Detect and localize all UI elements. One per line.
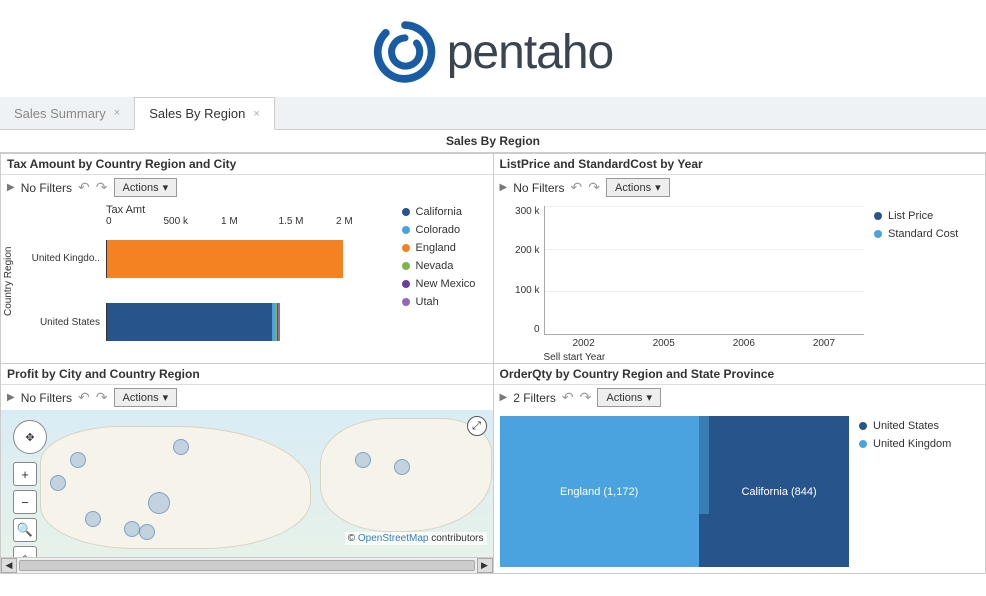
actions-button[interactable]: Actions ▾ xyxy=(606,178,670,197)
filters-label: 2 Filters xyxy=(513,391,556,405)
brand-name: pentaho xyxy=(447,25,614,80)
x-axis-title: Tax Amt xyxy=(106,204,394,216)
bar-england[interactable] xyxy=(107,240,343,278)
redo-icon[interactable]: ↷ xyxy=(96,389,108,406)
profit-map[interactable]: ⤢ ✥ + − 🔍 ⌖ © OpenStreetMap contributors… xyxy=(1,410,493,573)
y-axis-ticks: 300 k 200 k 100 k 0 xyxy=(500,206,540,335)
tab-bar: Sales Summary × Sales By Region × xyxy=(0,97,986,130)
chevron-down-icon: ▾ xyxy=(163,391,169,404)
expand-icon[interactable]: ▶ xyxy=(7,392,15,403)
expand-icon[interactable]: ▶ xyxy=(7,182,15,193)
panel-profit-map: Profit by City and Country Region ▶ No F… xyxy=(1,364,494,574)
treemap-cell-california[interactable]: California (844) xyxy=(709,416,849,567)
price-chart: 300 k 200 k 100 k 0 xyxy=(494,200,871,363)
scroll-left-icon[interactable]: ◀ xyxy=(1,558,17,573)
zoom-in-button[interactable]: + xyxy=(13,462,37,486)
undo-icon[interactable]: ↶ xyxy=(562,389,574,406)
redo-icon[interactable]: ↷ xyxy=(588,179,600,196)
actions-button[interactable]: Actions ▾ xyxy=(114,178,178,197)
undo-icon[interactable]: ↶ xyxy=(78,389,90,406)
x-axis-ticks: 0 500 k 1 M 1.5 M 2 M xyxy=(106,216,394,227)
redo-icon[interactable]: ↷ xyxy=(96,179,108,196)
expand-icon[interactable]: ▶ xyxy=(500,182,508,193)
x-axis-title: Sell start Year xyxy=(544,352,606,363)
category-label: United Kingdo.. xyxy=(16,253,106,264)
bar-california[interactable] xyxy=(107,303,272,341)
fullscreen-icon[interactable]: ⤢ xyxy=(467,416,487,436)
scroll-right-icon[interactable]: ▶ xyxy=(477,558,493,573)
category-label: United States xyxy=(16,317,106,328)
panel-toolbar: ▶ 2 Filters ↶ ↷ Actions ▾ xyxy=(494,385,986,410)
chart-legend: California Colorado England Nevada New M… xyxy=(398,200,493,363)
close-icon[interactable]: × xyxy=(253,108,259,120)
panel-toolbar: ▶ No Filters ↶ ↷ Actions ▾ xyxy=(1,385,493,410)
page-title: Sales By Region xyxy=(0,130,986,153)
panel-toolbar: ▶ No Filters ↶ ↷ Actions ▾ xyxy=(494,175,986,200)
tab-sales-by-region[interactable]: Sales By Region × xyxy=(134,97,275,130)
tax-chart: Country Region Tax Amt 0 500 k 1 M 1.5 M… xyxy=(1,200,493,363)
zoom-rect-button[interactable]: 🔍 xyxy=(13,518,37,542)
chart-legend: United States United Kingdom xyxy=(855,410,985,573)
pentaho-swirl-icon xyxy=(373,20,437,84)
panel-title: Tax Amount by Country Region and City xyxy=(1,154,493,175)
panel-orderqty: OrderQty by Country Region and State Pro… xyxy=(494,364,986,574)
chevron-down-icon: ▾ xyxy=(655,181,661,194)
bar-utah[interactable] xyxy=(278,303,280,341)
panel-tax-amount: Tax Amount by Country Region and City ▶ … xyxy=(1,154,494,364)
panel-title: OrderQty by Country Region and State Pro… xyxy=(494,364,986,385)
filters-label: No Filters xyxy=(21,391,72,405)
x-axis-ticks: 2002 2005 2006 2007 xyxy=(544,338,865,349)
chevron-down-icon: ▾ xyxy=(646,391,652,404)
panel-listprice: ListPrice and StandardCost by Year ▶ No … xyxy=(494,154,986,364)
panel-title: ListPrice and StandardCost by Year xyxy=(494,154,986,175)
osm-link[interactable]: OpenStreetMap xyxy=(358,533,429,544)
filters-label: No Filters xyxy=(21,181,72,195)
logo-area: pentaho xyxy=(0,0,986,97)
filters-label: No Filters xyxy=(513,181,564,195)
map-scrollbar[interactable]: ◀ ▶ xyxy=(1,557,493,573)
treemap-cell-thin2[interactable] xyxy=(699,514,709,567)
close-icon[interactable]: × xyxy=(114,107,120,119)
chevron-down-icon: ▾ xyxy=(163,181,169,194)
map-attribution: © OpenStreetMap contributors xyxy=(345,532,487,545)
tab-sales-summary[interactable]: Sales Summary × xyxy=(0,97,134,129)
orderqty-treemap: England (1,172) California (844) xyxy=(500,416,850,567)
treemap-cell-england[interactable]: England (1,172) xyxy=(500,416,699,567)
chart-legend: List Price Standard Cost xyxy=(870,200,985,363)
treemap-cell-thin[interactable] xyxy=(699,416,709,514)
undo-icon[interactable]: ↶ xyxy=(78,179,90,196)
panel-title: Profit by City and Country Region xyxy=(1,364,493,385)
y-axis-label: Country Region xyxy=(1,200,16,363)
zoom-out-button[interactable]: − xyxy=(13,490,37,514)
expand-icon[interactable]: ▶ xyxy=(500,392,508,403)
actions-button[interactable]: Actions ▾ xyxy=(114,388,178,407)
actions-button[interactable]: Actions ▾ xyxy=(597,388,661,407)
pan-control[interactable]: ✥ xyxy=(13,420,47,454)
undo-icon[interactable]: ↶ xyxy=(571,179,583,196)
panel-toolbar: ▶ No Filters ↶ ↷ Actions ▾ xyxy=(1,175,493,200)
redo-icon[interactable]: ↷ xyxy=(580,389,592,406)
